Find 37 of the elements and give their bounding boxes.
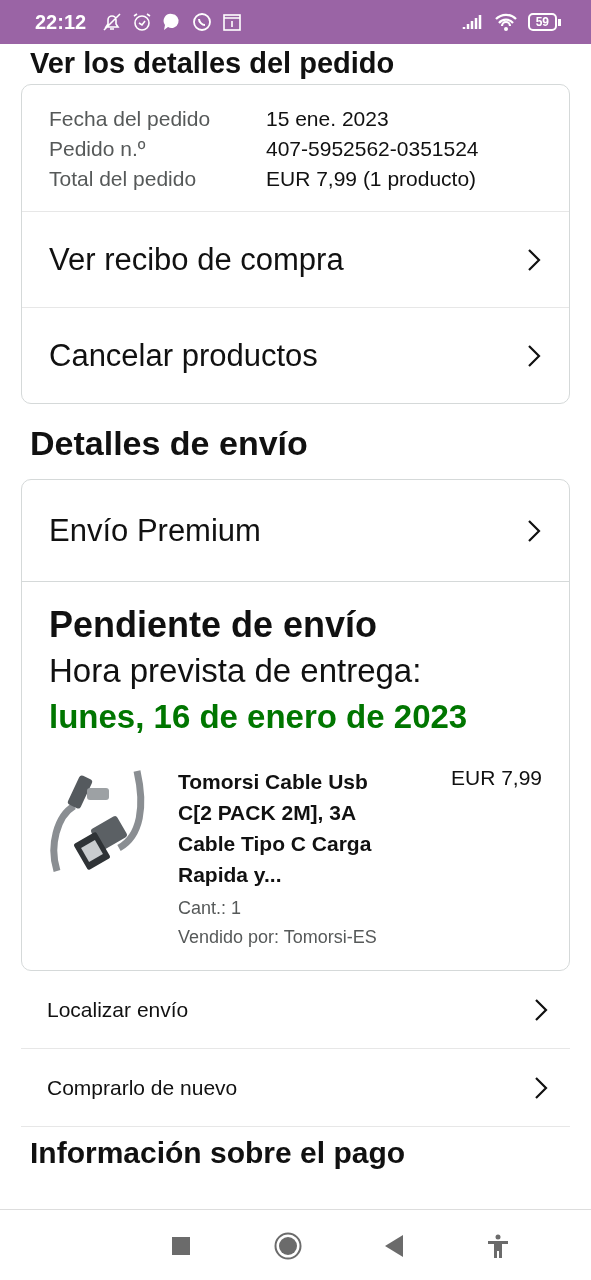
product-title[interactable]: Tomorsi Cable Usb C[2 PACK 2M], 3A Cable Tipo C Carga Rapida y... bbox=[178, 766, 393, 890]
shipping-action-row[interactable]: Comprarlo de nuevo bbox=[21, 1049, 570, 1127]
summary-value: 15 ene. 2023 bbox=[266, 107, 390, 131]
chevron-right-icon bbox=[527, 518, 541, 543]
bell-off-icon bbox=[102, 12, 123, 32]
shipping-method-row[interactable]: Envío Premium bbox=[22, 480, 569, 582]
product-seller: Vendido por: Tomorsi-ES bbox=[178, 927, 378, 948]
summary-label: Total del pedido bbox=[49, 167, 198, 191]
order-action-row[interactable]: Ver recibo de compra bbox=[22, 212, 569, 308]
delivery-date: lunes, 16 de enero de 2023 bbox=[49, 698, 469, 736]
calendar-icon bbox=[222, 12, 243, 32]
recents-icon[interactable] bbox=[171, 1236, 190, 1255]
shipping-action-row[interactable]: Localizar envío bbox=[21, 971, 570, 1049]
accessibility-icon[interactable] bbox=[487, 1233, 510, 1258]
section-heading: Información sobre el pago bbox=[30, 1135, 407, 1171]
summary-value: EUR 7,99 (1 producto) bbox=[266, 167, 478, 191]
chevron-right-icon bbox=[534, 1075, 548, 1100]
back-icon[interactable] bbox=[385, 1234, 404, 1257]
home-icon[interactable] bbox=[273, 1231, 302, 1260]
chevron-right-icon bbox=[534, 997, 548, 1022]
shipping-status: Pendiente de envío bbox=[49, 604, 379, 646]
signal-icon bbox=[461, 13, 484, 31]
page-heading: Ver los detalles del pedido bbox=[30, 46, 396, 80]
summary-label: Pedido n.º bbox=[49, 137, 147, 161]
battery-level: 59 bbox=[527, 13, 557, 31]
product-price: EUR 7,99 bbox=[450, 766, 542, 791]
chevron-right-icon bbox=[527, 343, 541, 368]
chevron-right-icon bbox=[527, 247, 541, 272]
summary-label: Fecha del pedido bbox=[49, 107, 212, 131]
product-quantity: Cant.: 1 bbox=[178, 898, 243, 919]
status-time: 22:12 bbox=[35, 10, 87, 34]
alarm-icon bbox=[132, 12, 153, 32]
summary-value: 407-5952562-0351524 bbox=[266, 137, 480, 161]
section-heading: Detalles de envío bbox=[30, 424, 309, 463]
order-action-row[interactable]: Cancelar productos bbox=[22, 308, 569, 403]
delivery-label: Hora prevista de entrega: bbox=[49, 652, 423, 690]
wifi-icon bbox=[493, 12, 518, 32]
